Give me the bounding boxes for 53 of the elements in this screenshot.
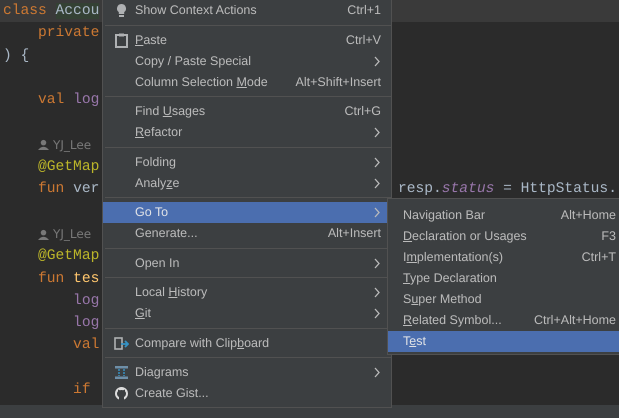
chevron-icon: [373, 287, 381, 298]
compare-icon: [114, 336, 129, 350]
code-text: fun ver: [37, 180, 100, 200]
menu-item[interactable]: Test: [388, 331, 619, 352]
chevron-icon: [373, 156, 381, 168]
code-text: val log: [37, 91, 100, 110]
code-text: fun tes: [37, 270, 100, 289]
chevron-icon: [373, 367, 381, 378]
menu-item[interactable]: Find Usages Ctrl+G: [103, 101, 391, 122]
chevron-icon: [373, 56, 381, 66]
code-text: if: [72, 381, 91, 400]
menu-item[interactable]: Git: [103, 303, 391, 324]
bulb-icon: [114, 3, 129, 18]
menu-item[interactable]: Create Gist...: [103, 383, 391, 404]
chevron-icon: [373, 178, 381, 188]
menu-item[interactable]: Open In: [103, 252, 391, 274]
menu-item[interactable]: Paste Ctrl+V: [103, 30, 391, 50]
menu-item[interactable]: Folding: [103, 152, 391, 172]
menu-item[interactable]: Declaration or Usages F3: [388, 226, 619, 247]
menu-item[interactable]: Compare with Clipboard: [103, 332, 391, 354]
menu-item[interactable]: Related Symbol... Ctrl+Alt+Home: [388, 310, 619, 331]
chevron-icon: [373, 258, 381, 268]
menu-item[interactable]: Local History: [103, 282, 391, 303]
menu-item[interactable]: Super Method: [388, 289, 619, 310]
chevron-icon: [373, 207, 381, 218]
menu-item[interactable]: Analyze: [103, 172, 391, 194]
code-text: val: [72, 336, 100, 356]
person-icon: [38, 139, 49, 150]
menu-item[interactable]: Type Declaration: [388, 268, 619, 289]
code-text: class Accou: [3, 2, 100, 21]
menu-item[interactable]: Implementation(s) Ctrl+T: [388, 247, 619, 268]
code-text: @GetMap: [37, 247, 100, 266]
menu-item[interactable]: Copy / Paste Special: [103, 50, 391, 72]
code-text: resp.status = HttpStatus.: [398, 180, 617, 200]
menu-item[interactable]: Column Selection Mode Alt+Shift+Insert: [103, 72, 391, 92]
menu-item[interactable]: Navigation Bar Alt+Home: [388, 205, 619, 226]
menu-item[interactable]: Show Context Actions Ctrl+1: [103, 0, 391, 21]
code-text: private: [37, 24, 100, 44]
clipboard-icon: [114, 32, 129, 48]
chevron-icon: [373, 308, 381, 319]
person-icon: [38, 228, 49, 240]
code-text: log: [72, 314, 100, 334]
author-hint: YJ_Lee: [53, 136, 92, 154]
menu-item[interactable]: Generate... Alt+Insert: [103, 223, 391, 244]
code-text: ) {: [3, 46, 30, 66]
code-text: @GetMap: [37, 158, 100, 178]
menu-item[interactable]: Diagrams: [103, 362, 391, 383]
code-text: log: [72, 292, 100, 311]
menu-item[interactable]: Refactor: [103, 122, 391, 143]
github-icon: [114, 386, 129, 401]
chevron-icon: [373, 127, 381, 138]
author-hint: YJ_Lee: [53, 226, 92, 244]
diagram-icon: [114, 365, 129, 380]
